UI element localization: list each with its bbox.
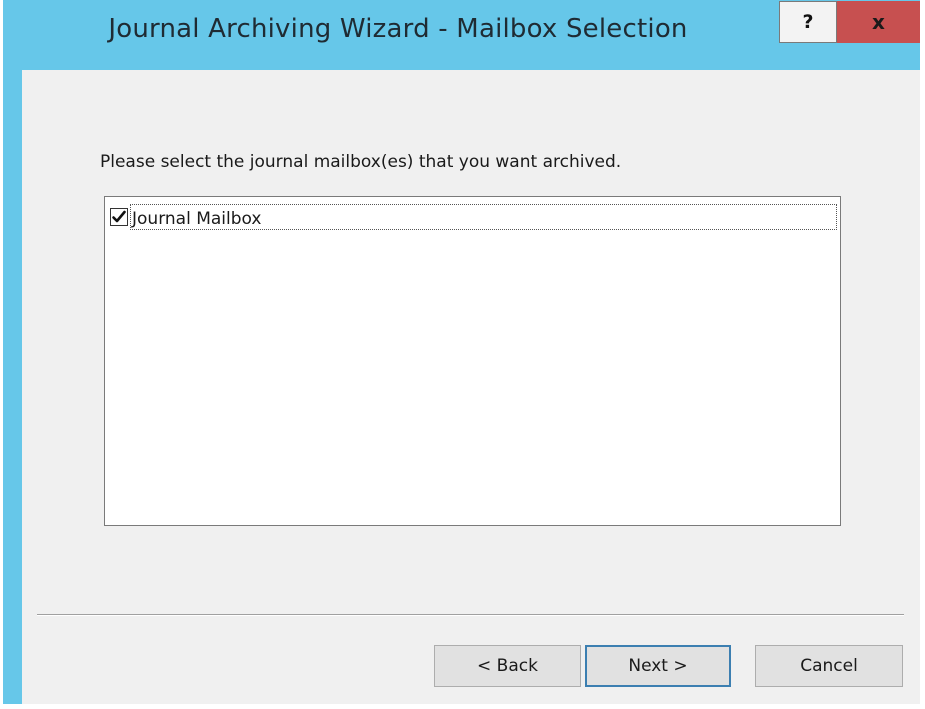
help-button[interactable]: ?	[779, 1, 837, 43]
wizard-window: Journal Archiving Wizard - Mailbox Selec…	[3, 0, 920, 704]
instruction-text: Please select the journal mailbox(es) th…	[100, 152, 622, 172]
divider	[37, 614, 904, 616]
list-item[interactable]: Journal Mailbox	[108, 202, 837, 232]
mailbox-checkbox[interactable]	[110, 208, 128, 226]
mailbox-label: Journal Mailbox	[130, 204, 837, 230]
back-button[interactable]: < Back	[434, 645, 581, 687]
title-bar[interactable]: Journal Archiving Wizard - Mailbox Selec…	[3, 0, 920, 70]
dialog-content: Please select the journal mailbox(es) th…	[22, 70, 920, 704]
close-button[interactable]: x	[837, 1, 920, 43]
next-button[interactable]: Next >	[585, 645, 731, 687]
cancel-button[interactable]: Cancel	[755, 645, 903, 687]
mailbox-list[interactable]: Journal Mailbox	[104, 196, 841, 526]
checkmark-icon	[112, 210, 126, 223]
window-title: Journal Archiving Wizard - Mailbox Selec…	[108, 14, 688, 44]
